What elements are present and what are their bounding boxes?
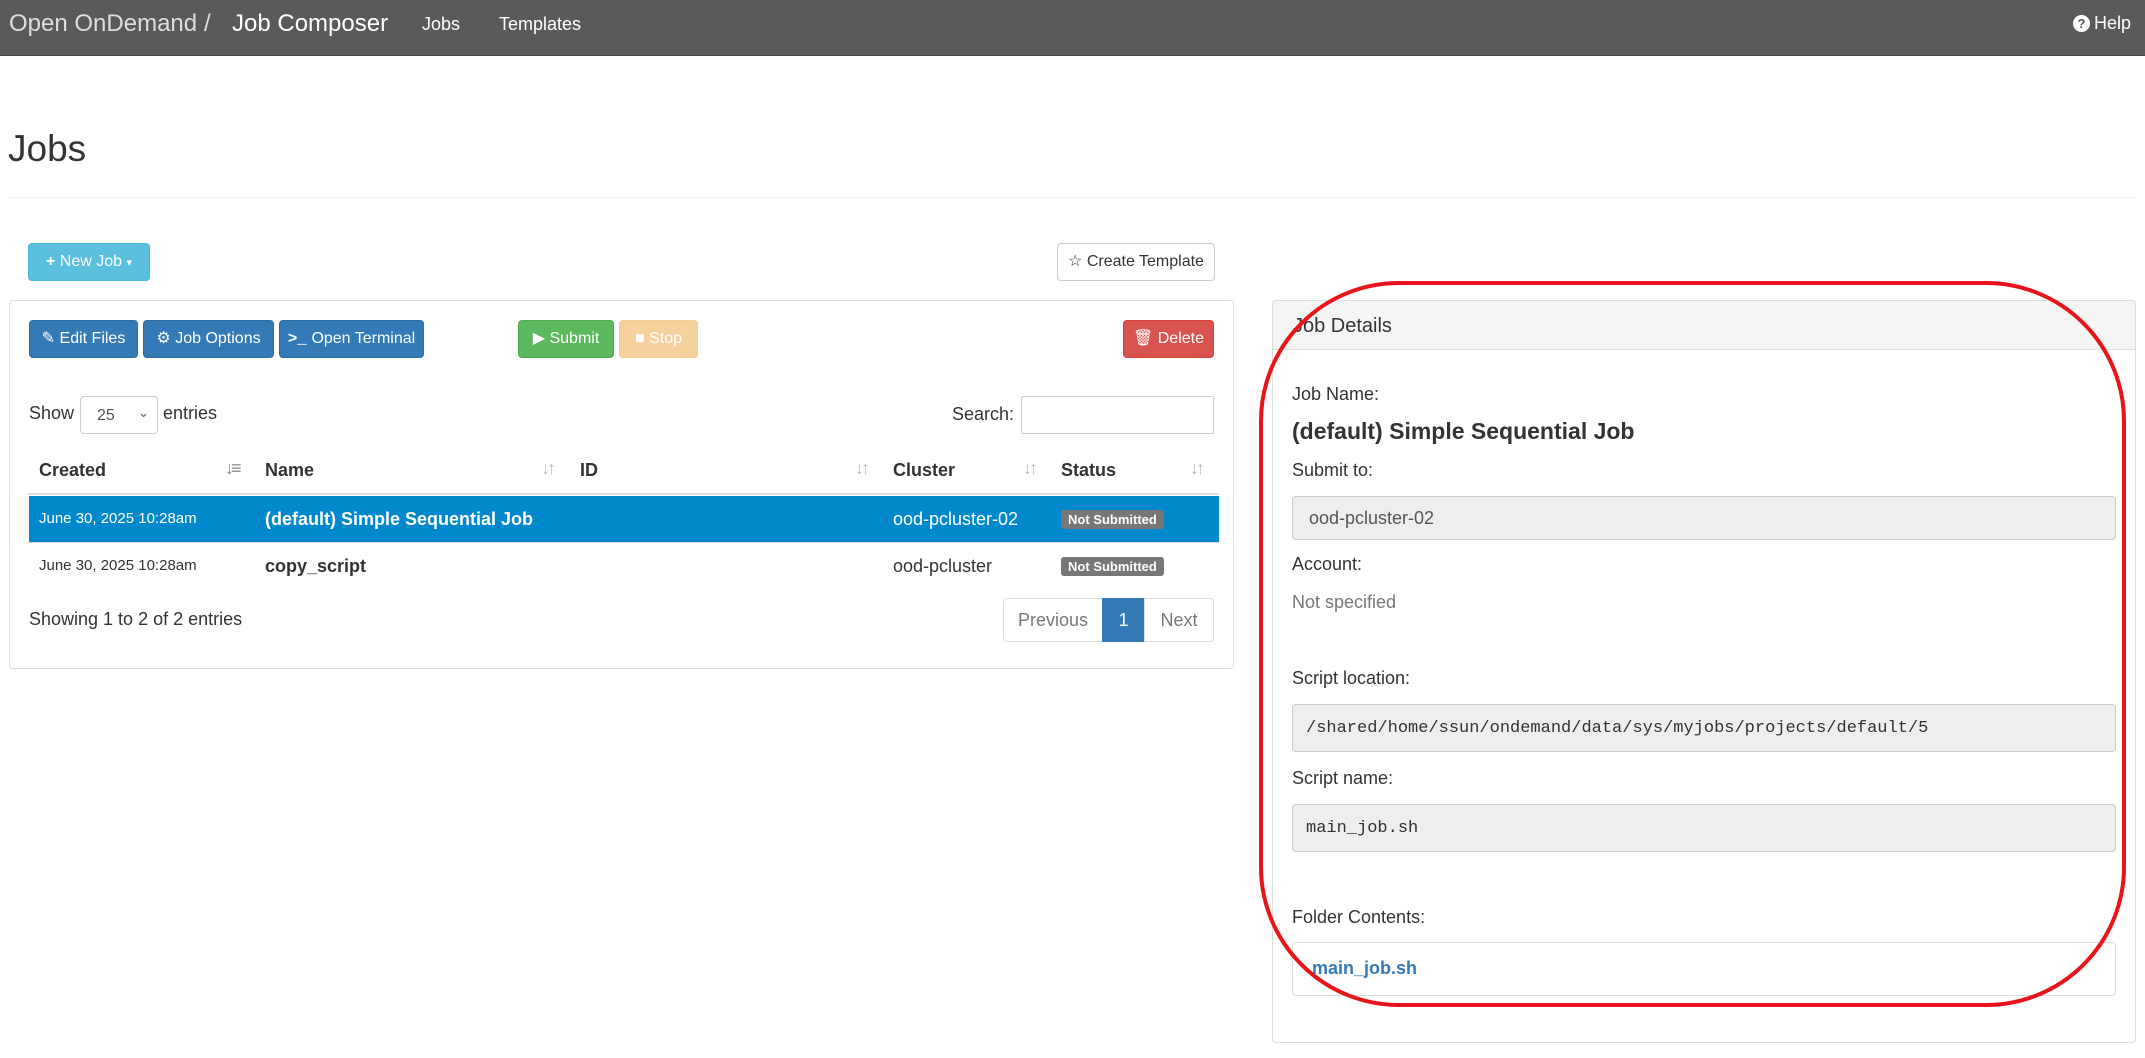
- table-row[interactable]: June 30, 2025 10:28am (default) Simple S…: [29, 496, 1219, 542]
- top-navbar: Open OnDemand / Job Composer Jobs Templa…: [0, 0, 2145, 56]
- cell-name: (default) Simple Sequential Job: [265, 509, 534, 529]
- job-options-label: Job Options: [175, 330, 261, 347]
- row-divider: [28, 542, 1219, 543]
- table-header-border: [28, 493, 1219, 495]
- page-title: Jobs: [8, 128, 87, 169]
- column-header-cluster[interactable]: Cluster: [893, 460, 955, 481]
- caret-down-icon: ▾: [126, 257, 133, 269]
- cell-created: June 30, 2025 10:28am: [39, 510, 197, 527]
- search-input[interactable]: [1021, 396, 1214, 434]
- help-link[interactable]: ? Help: [2072, 0, 2131, 46]
- play-icon: ▶: [532, 330, 546, 347]
- question-circle-icon: ?: [2072, 15, 2090, 32]
- submit-to-label: Submit to:: [1292, 460, 1374, 480]
- account-value: Not specified: [1292, 592, 1397, 612]
- sort-icon[interactable]: ↓↑: [541, 458, 556, 479]
- cell-cluster: ood-pcluster: [893, 556, 993, 576]
- submit-button[interactable]: ▶ Submit: [518, 320, 614, 358]
- create-template-label: Create Template: [1086, 253, 1204, 270]
- brand-link[interactable]: Open OnDemand: [9, 0, 197, 48]
- script-name-value: main_job.sh: [1306, 819, 1419, 838]
- sort-icon[interactable]: ↓↑: [1190, 458, 1205, 479]
- stop-icon: ■: [634, 330, 645, 347]
- submit-to-field: ood-pcluster-02: [1292, 496, 2116, 540]
- column-header-id[interactable]: ID: [580, 460, 598, 481]
- stop-label: Stop: [649, 330, 683, 347]
- job-name-label: Job Name:: [1292, 384, 1380, 404]
- chevron-down-icon: ⌄: [138, 405, 149, 420]
- page-size-value: 25: [97, 407, 115, 424]
- next-page-button[interactable]: Next: [1144, 598, 1214, 642]
- open-terminal-label: Open Terminal: [311, 330, 416, 347]
- sort-icon[interactable]: ↓↑: [1023, 458, 1038, 479]
- sort-icon[interactable]: ↓↑: [855, 458, 870, 479]
- script-location-label: Script location:: [1292, 668, 1411, 688]
- table-row[interactable]: June 30, 2025 10:28am copy_script ood-pc…: [29, 543, 1219, 589]
- app-title-link[interactable]: Job Composer: [232, 0, 388, 48]
- column-header-name[interactable]: Name: [265, 460, 314, 481]
- edit-files-label: Edit Files: [59, 330, 126, 347]
- account-label: Account:: [1292, 554, 1363, 574]
- nav-templates-link[interactable]: Templates: [499, 0, 581, 48]
- show-label: Show: [29, 403, 75, 423]
- cell-cluster: ood-pcluster-02: [893, 509, 1019, 529]
- script-location-field: /shared/home/ssun/ondemand/data/sys/myjo…: [1292, 704, 2116, 752]
- folder-contents-label: Folder Contents:: [1292, 907, 1426, 927]
- new-job-label: New Job: [59, 253, 123, 270]
- page-1-button[interactable]: 1: [1102, 598, 1145, 642]
- edit-files-button[interactable]: ✎ Edit Files: [29, 320, 138, 358]
- entries-label: entries: [163, 403, 218, 423]
- script-name-field: main_job.sh: [1292, 804, 2116, 852]
- panel-heading: Job Details: [1273, 301, 2135, 350]
- nav-jobs-link[interactable]: Jobs: [422, 0, 460, 48]
- job-options-button[interactable]: ⚙ Job Options: [143, 320, 274, 358]
- page-size-select[interactable]: 25 ⌄: [80, 396, 158, 434]
- file-link[interactable]: main_job.sh: [1312, 958, 1417, 979]
- create-template-button[interactable]: ☆ Create Template: [1057, 243, 1215, 281]
- folder-contents-list: main_job.sh: [1292, 942, 2116, 996]
- plus-icon: +: [45, 253, 56, 270]
- terminal-icon: >_: [287, 330, 307, 348]
- table-info: Showing 1 to 2 of 2 entries: [29, 609, 243, 629]
- open-terminal-button[interactable]: >_ Open Terminal: [279, 320, 424, 358]
- status-badge: Not Submitted: [1061, 557, 1164, 576]
- delete-button[interactable]: 🗑 Delete: [1123, 320, 1214, 358]
- column-header-created[interactable]: Created: [39, 460, 106, 481]
- new-job-button[interactable]: + New Job ▾: [28, 243, 150, 281]
- submit-to-value: ood-pcluster-02: [1309, 508, 1435, 528]
- panel-title: Job Details: [1293, 315, 1392, 337]
- star-icon: ☆: [1068, 253, 1083, 270]
- column-header-status[interactable]: Status: [1061, 460, 1116, 481]
- search-label: Search:: [952, 404, 1015, 424]
- status-badge: Not Submitted: [1061, 510, 1164, 529]
- trash-icon: 🗑: [1132, 330, 1154, 347]
- sort-desc-icon[interactable]: ↓≡: [225, 458, 241, 479]
- gear-icon: ⚙: [156, 330, 171, 347]
- breadcrumb-separator: /: [204, 10, 211, 37]
- cell-created: June 30, 2025 10:28am: [39, 557, 197, 574]
- help-label: Help: [2093, 13, 2131, 33]
- submit-label: Submit: [549, 330, 600, 347]
- cell-name: copy_script: [265, 556, 367, 576]
- script-name-label: Script name:: [1292, 768, 1394, 788]
- job-name-value: (default) Simple Sequential Job: [1292, 418, 1635, 444]
- script-location-value: /shared/home/ssun/ondemand/data/sys/myjo…: [1306, 719, 1929, 738]
- delete-label: Delete: [1157, 330, 1204, 347]
- title-divider: [8, 197, 2136, 198]
- previous-page-button[interactable]: Previous: [1003, 598, 1103, 642]
- edit-icon: ✎: [41, 330, 56, 347]
- stop-button[interactable]: ■ Stop: [619, 320, 698, 358]
